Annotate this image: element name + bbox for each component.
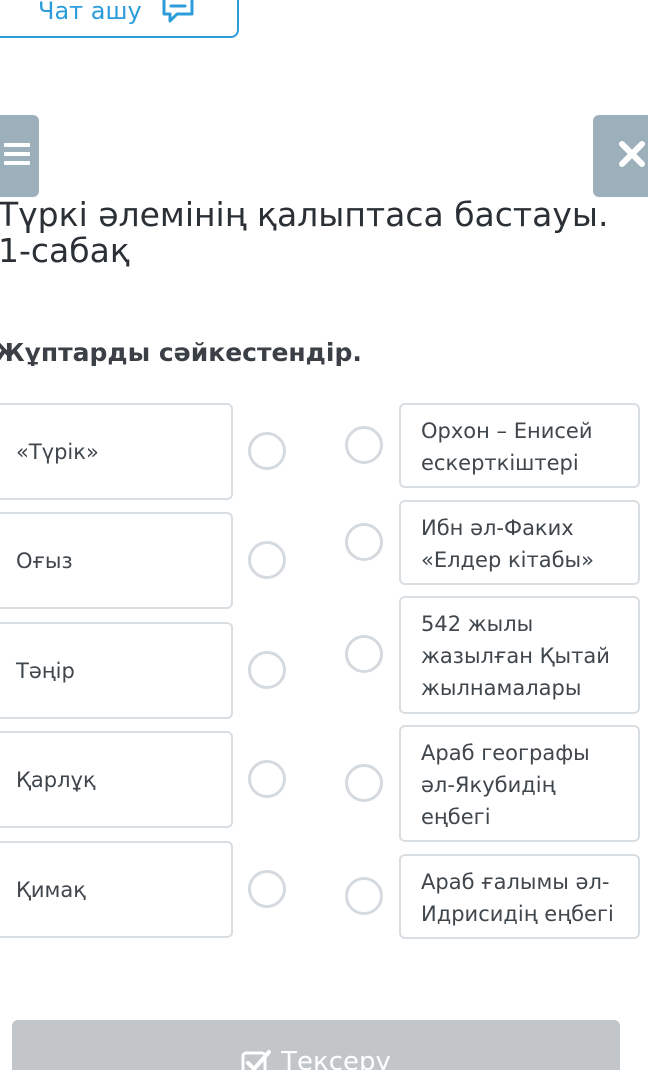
left-item-card[interactable]: Оғыз: [0, 512, 233, 609]
right-item-label: Араб географы әл-Якубидің еңбегі: [421, 741, 590, 829]
exercise-instruction: Жұптарды сәйкестендір.: [0, 338, 362, 367]
check-answers-button[interactable]: Тексеру: [12, 1020, 620, 1070]
hamburger-menu-icon: [2, 140, 32, 172]
left-item-card[interactable]: Қарлұқ: [0, 731, 233, 828]
left-item-card[interactable]: Тәңір: [0, 622, 233, 719]
right-item-card[interactable]: 542 жылы жазылған Қытай жылнамалары: [399, 596, 640, 714]
right-connector-radio[interactable]: [345, 877, 383, 915]
right-item-label: Араб ғалымы әл-Идрисидің еңбегі: [421, 870, 614, 926]
right-item-card[interactable]: Араб ғалымы әл-Идрисидің еңбегі: [399, 854, 640, 939]
left-item-label: «Түрік»: [16, 439, 99, 464]
menu-button[interactable]: [0, 115, 39, 197]
left-connector-radio[interactable]: [248, 541, 286, 579]
checkbox-check-icon: [241, 1049, 272, 1070]
left-connector-radio[interactable]: [248, 651, 286, 689]
left-item-label: Қимақ: [16, 877, 86, 902]
open-chat-button[interactable]: Чат ашу: [0, 0, 239, 38]
open-chat-label: Чат ашу: [38, 0, 142, 25]
right-item-card[interactable]: Ибн әл-Факих «Елдер кітабы»: [399, 500, 640, 585]
left-connector-radio[interactable]: [248, 870, 286, 908]
left-item-label: Оғыз: [16, 548, 73, 573]
left-connector-radio[interactable]: [248, 760, 286, 798]
left-item-card[interactable]: Қимақ: [0, 841, 233, 938]
right-connector-radio[interactable]: [345, 523, 383, 561]
close-icon: [617, 139, 647, 173]
left-item-label: Қарлұқ: [16, 767, 96, 792]
right-item-label: Ибн әл-Факих «Елдер кітабы»: [421, 516, 594, 572]
chat-bubble-icon: [160, 0, 196, 31]
right-item-card[interactable]: Орхон – Енисей ескерткіштері: [399, 403, 640, 488]
right-item-label: Орхон – Енисей ескерткіштері: [421, 419, 593, 475]
close-button[interactable]: [593, 115, 648, 197]
right-item-card[interactable]: Араб географы әл-Якубидің еңбегі: [399, 725, 640, 842]
left-item-card[interactable]: «Түрік»: [0, 403, 233, 500]
page-title: Түркі әлемінің қалыптаса бастауы. 1-саба…: [0, 195, 609, 270]
right-item-label: 542 жылы жазылған Қытай жылнамалары: [421, 612, 610, 700]
check-answers-label: Тексеру: [281, 1047, 391, 1070]
right-connector-radio[interactable]: [345, 635, 383, 673]
right-connector-radio[interactable]: [345, 426, 383, 464]
left-connector-radio[interactable]: [248, 432, 286, 470]
left-item-label: Тәңір: [16, 658, 75, 683]
right-connector-radio[interactable]: [345, 764, 383, 802]
matching-exercise-page: Чат ашу Түркі әлемінің қалыптаса бастауы…: [0, 0, 648, 1070]
